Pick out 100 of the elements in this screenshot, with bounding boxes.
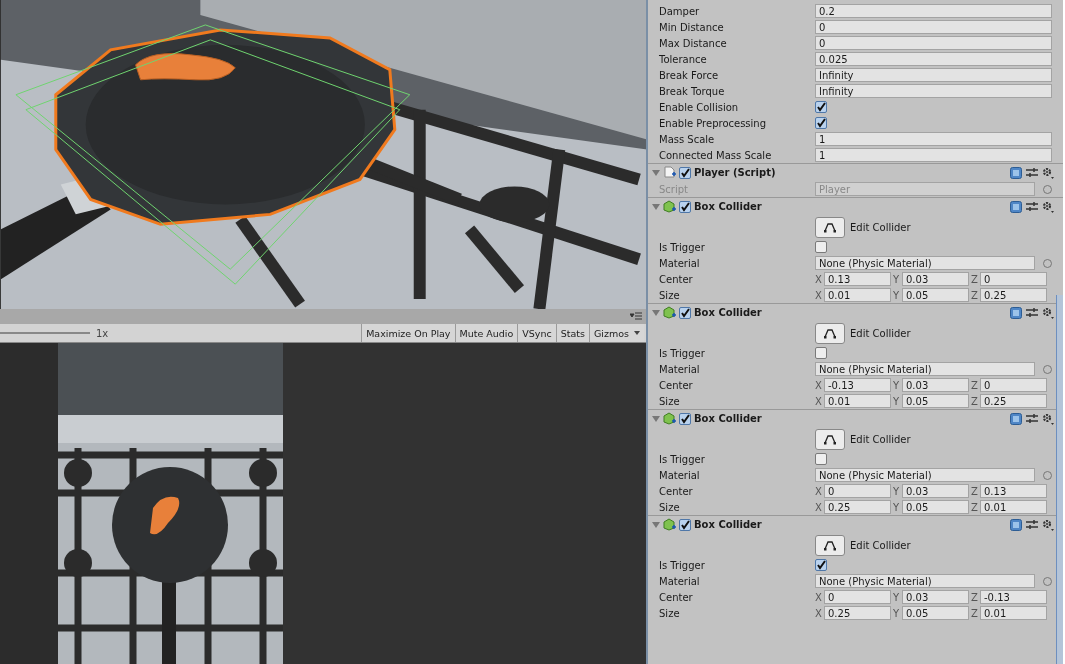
button-label[interactable]: Edit Collider <box>850 539 911 551</box>
axis-label: X <box>815 395 823 407</box>
scrollbar[interactable] <box>1056 295 1063 664</box>
object-field[interactable]: None (Physic Material) <box>815 468 1035 482</box>
book-icon[interactable] <box>1010 200 1022 213</box>
input-field[interactable]: 0.01 <box>980 500 1047 514</box>
axis-label: X <box>815 591 823 603</box>
object-field[interactable]: None (Physic Material) <box>815 362 1035 376</box>
input-field[interactable]: 0.03 <box>902 378 969 392</box>
input-field[interactable]: 0.01 <box>824 288 891 302</box>
field-label: Damper <box>659 5 701 17</box>
field-label: Size <box>659 289 681 301</box>
field-label: Is Trigger <box>659 453 706 465</box>
input-field[interactable]: 0.25 <box>824 500 891 514</box>
scale-label: 1x <box>96 327 109 339</box>
edit-collider-icon[interactable] <box>815 322 845 344</box>
checkbox[interactable] <box>815 117 827 129</box>
input-field[interactable]: 0.25 <box>980 394 1047 408</box>
cube-icon <box>663 200 677 213</box>
input-field[interactable]: 0.03 <box>902 484 969 498</box>
sliders-icon[interactable] <box>1026 412 1038 425</box>
input-field[interactable]: 0.05 <box>902 394 969 408</box>
book-icon[interactable] <box>1010 306 1022 319</box>
sliders-icon[interactable] <box>1026 166 1038 179</box>
field-label: Material <box>659 363 701 375</box>
checkbox[interactable] <box>815 453 827 465</box>
input-field[interactable]: 0.25 <box>824 606 891 620</box>
checkbox[interactable] <box>815 241 827 253</box>
book-icon[interactable] <box>1010 518 1022 531</box>
axis-label: Z <box>971 289 979 301</box>
input-field[interactable]: -0.13 <box>980 590 1047 604</box>
input-field[interactable]: 0.03 <box>902 272 969 286</box>
sliders-icon[interactable] <box>1026 518 1038 531</box>
button-label[interactable]: Edit Collider <box>850 327 911 339</box>
edit-collider-icon[interactable] <box>815 216 845 238</box>
input-field[interactable]: Infinity <box>815 84 1052 98</box>
input-field[interactable]: 0.13 <box>824 272 891 286</box>
settings-icon[interactable] <box>1042 306 1054 319</box>
axis-label: Z <box>971 607 979 619</box>
field-label: Connected Mass Scale <box>659 149 773 161</box>
input-field[interactable]: 0.13 <box>980 484 1047 498</box>
input-field[interactable]: 0 <box>824 590 891 604</box>
checkbox[interactable] <box>815 559 827 571</box>
enable-checkbox[interactable] <box>679 412 691 425</box>
field-label: Break Force <box>659 69 720 81</box>
component-title: Box Collider <box>694 307 762 318</box>
enable-checkbox[interactable] <box>679 518 691 531</box>
input-field[interactable]: 0 <box>980 378 1047 392</box>
input-field[interactable]: 1 <box>815 148 1052 162</box>
input-field[interactable]: 0 <box>815 36 1052 50</box>
axis-label: Y <box>893 501 901 513</box>
input-field[interactable]: 1 <box>815 132 1052 146</box>
field-label: Center <box>659 485 694 497</box>
input-field[interactable]: 0.01 <box>980 606 1047 620</box>
input-field[interactable]: 0.05 <box>902 500 969 514</box>
input-field[interactable]: Infinity <box>815 68 1052 82</box>
enable-checkbox[interactable] <box>679 200 691 213</box>
input-field[interactable]: 0.05 <box>902 606 969 620</box>
checkbox[interactable] <box>815 347 827 359</box>
axis-label: X <box>815 607 823 619</box>
enable-checkbox[interactable] <box>679 306 691 319</box>
input-field[interactable]: 0.2 <box>815 4 1052 18</box>
checkbox[interactable] <box>815 101 827 113</box>
input-field[interactable]: -0.13 <box>824 378 891 392</box>
axis-label: Y <box>893 591 901 603</box>
input-field[interactable]: 0 <box>980 272 1047 286</box>
settings-icon[interactable] <box>1042 166 1054 179</box>
object-field[interactable]: None (Physic Material) <box>815 256 1035 270</box>
component-title: Box Collider <box>694 413 762 424</box>
object-field[interactable]: None (Physic Material) <box>815 574 1035 588</box>
input-field[interactable]: 0 <box>824 484 891 498</box>
book-icon[interactable] <box>1010 412 1022 425</box>
component-title: Player (Script) <box>694 167 776 178</box>
input-field[interactable]: 0.025 <box>815 52 1052 66</box>
field-label: Material <box>659 575 701 587</box>
input-field[interactable]: 0.03 <box>902 590 969 604</box>
edit-collider-icon[interactable] <box>815 534 845 556</box>
field-label: Is Trigger <box>659 241 706 253</box>
input-field[interactable]: 0.05 <box>902 288 969 302</box>
button-label[interactable]: Edit Collider <box>850 221 911 233</box>
axis-label: Y <box>893 273 901 285</box>
settings-icon[interactable] <box>1042 412 1054 425</box>
sliders-icon[interactable] <box>1026 306 1038 319</box>
book-icon[interactable] <box>1010 166 1022 179</box>
menu-icon[interactable] <box>630 312 642 322</box>
input-field[interactable]: 0 <box>815 20 1052 34</box>
settings-icon[interactable] <box>1042 200 1054 213</box>
field-label: Max Distance <box>659 37 728 49</box>
field-label: Break Torque <box>659 85 726 97</box>
object-field: Player <box>815 182 1035 196</box>
input-field[interactable]: 0.25 <box>980 288 1047 302</box>
settings-icon[interactable] <box>1042 518 1054 531</box>
field-label: Is Trigger <box>659 559 706 571</box>
axis-label: Z <box>971 273 979 285</box>
enable-checkbox[interactable] <box>679 166 691 179</box>
input-field[interactable]: 0.01 <box>824 394 891 408</box>
sliders-icon[interactable] <box>1026 200 1038 213</box>
field-label: Center <box>659 273 694 285</box>
edit-collider-icon[interactable] <box>815 428 845 450</box>
button-label[interactable]: Edit Collider <box>850 433 911 445</box>
